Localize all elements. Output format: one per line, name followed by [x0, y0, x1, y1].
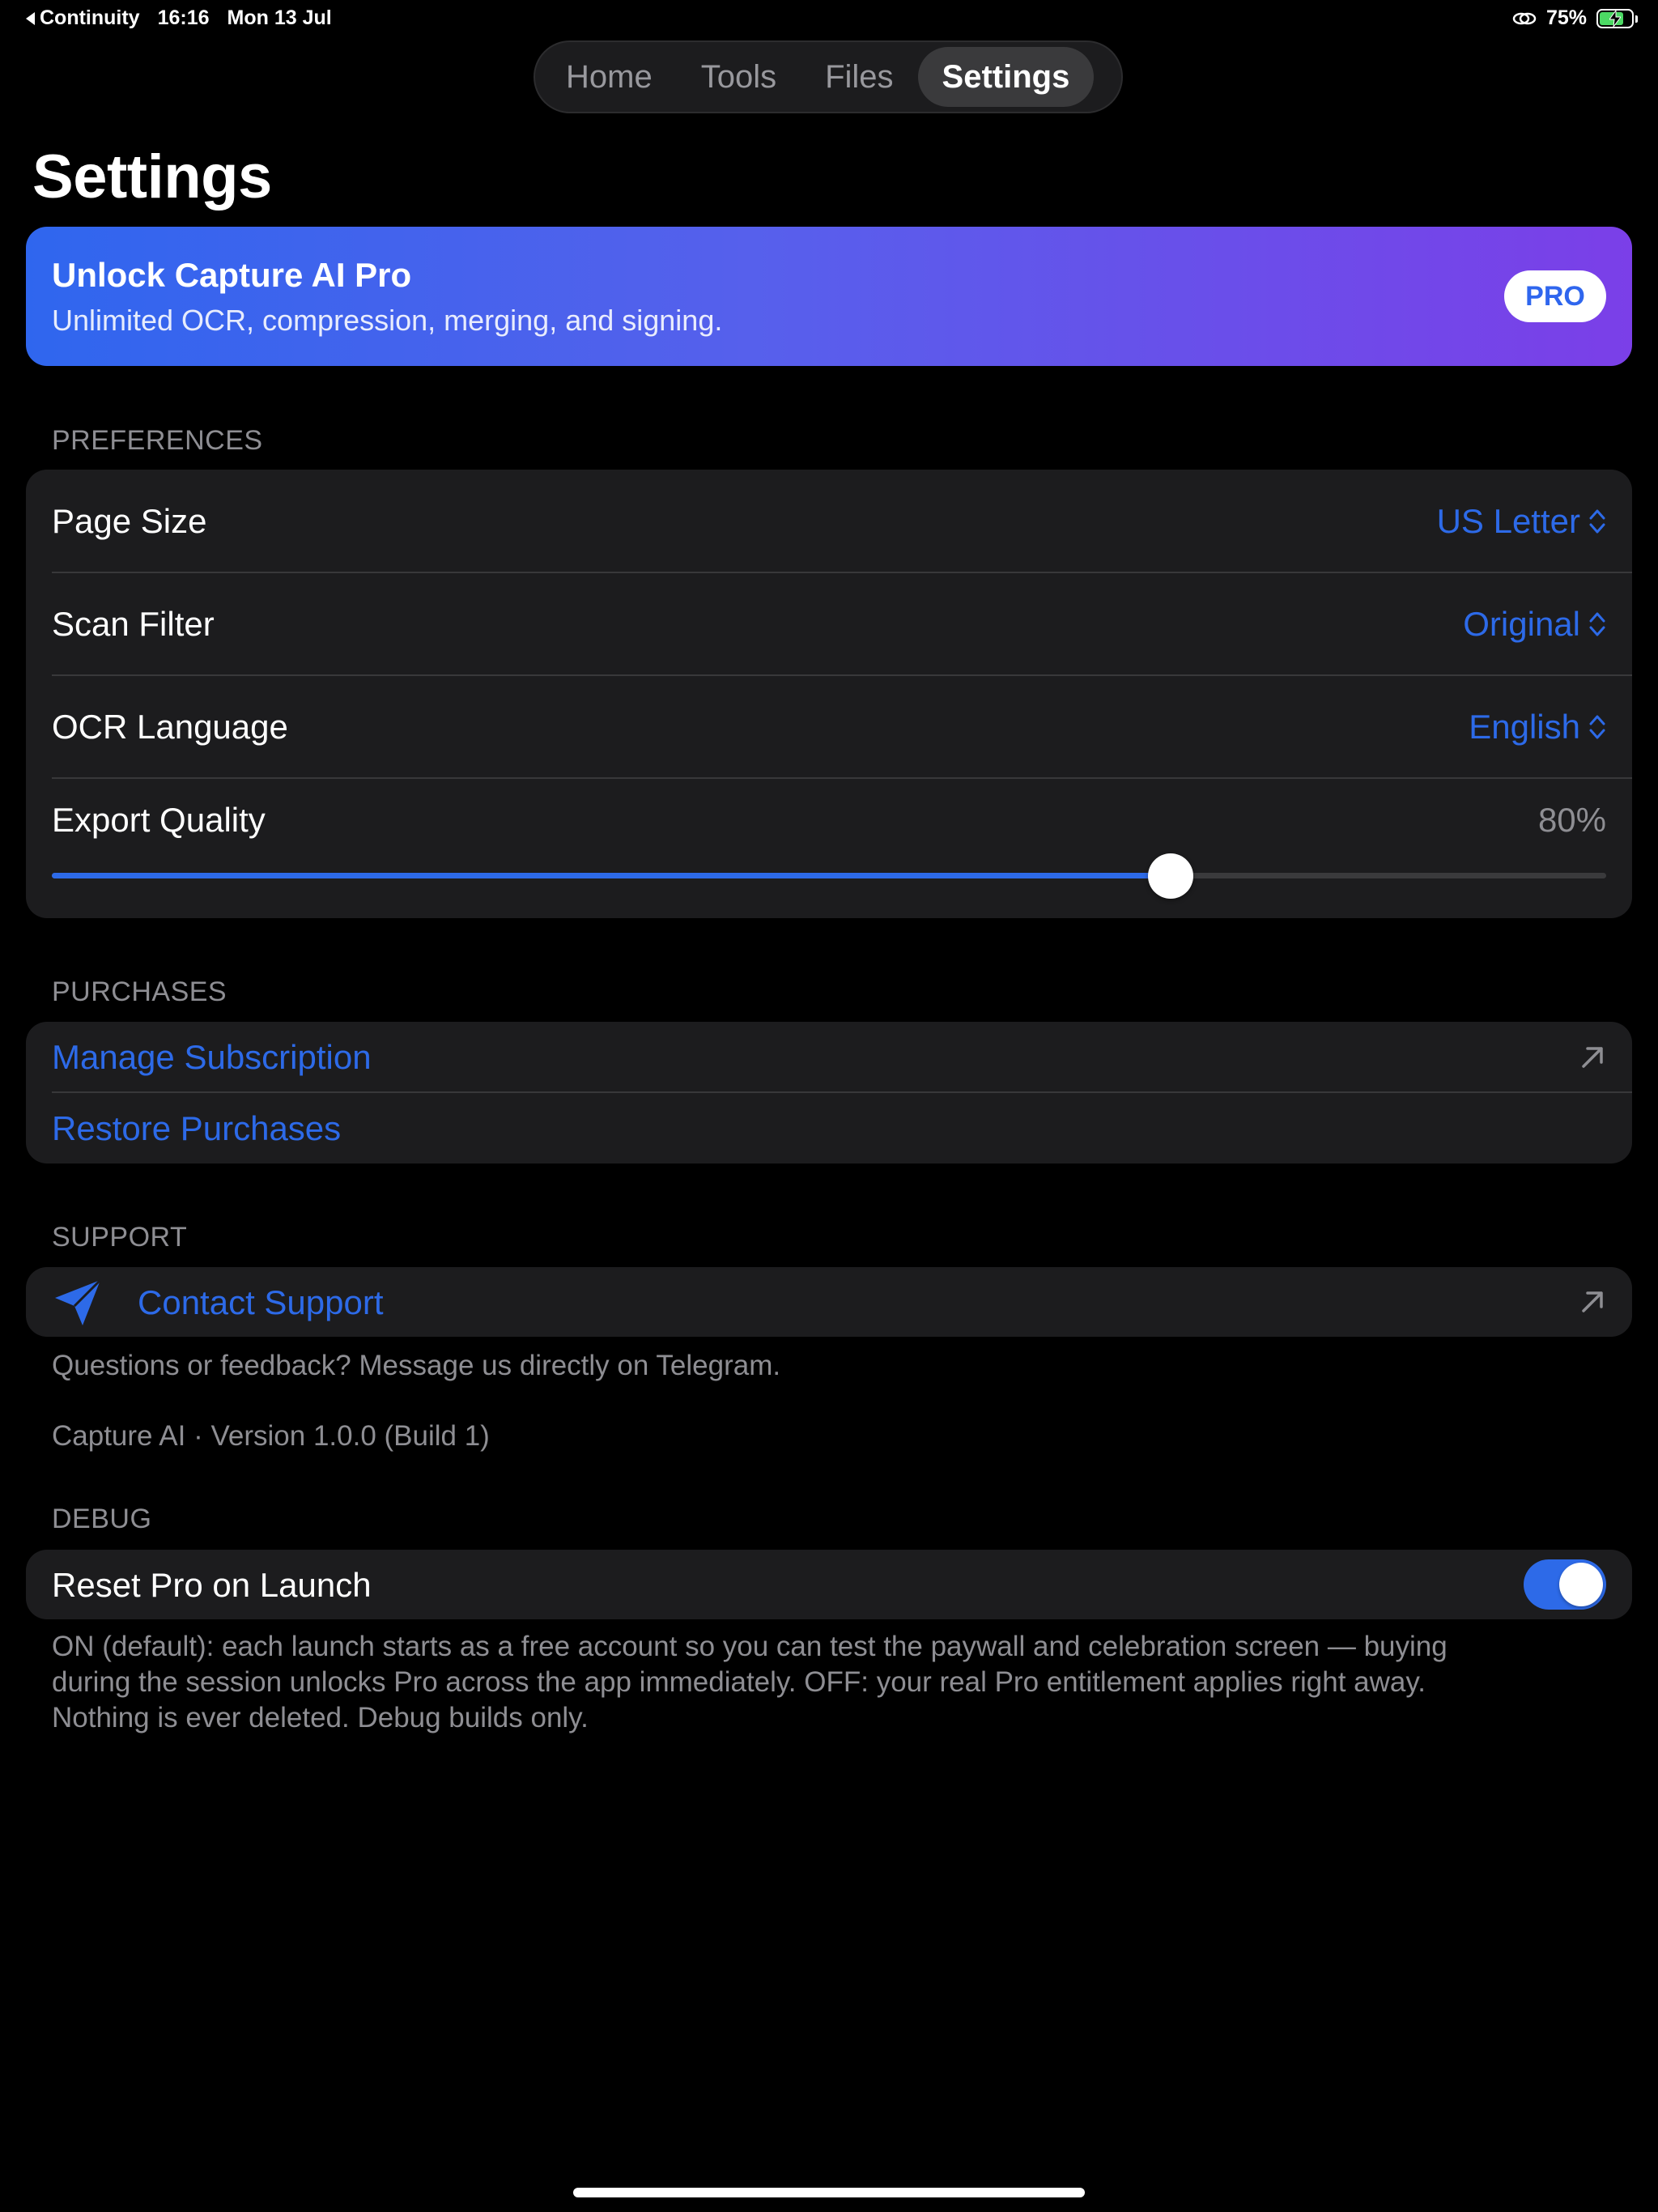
debug-footnote: ON (default): each launch starts as a fr…: [52, 1629, 1448, 1736]
contact-support-link[interactable]: Contact Support: [138, 1283, 384, 1322]
export-quality-row: Export Quality 80%: [26, 778, 1632, 918]
back-triangle-icon: [26, 11, 35, 25]
ocr-language-picker[interactable]: English: [1469, 708, 1606, 747]
reset-pro-row: Reset Pro on Launch: [26, 1550, 1632, 1619]
debug-group: Reset Pro on Launch: [26, 1550, 1632, 1619]
reset-pro-toggle[interactable]: [1524, 1559, 1606, 1610]
chevron-up-down-icon: [1589, 715, 1605, 739]
preferences-header: PREFERENCES: [52, 425, 263, 456]
scan-filter-label: Scan Filter: [52, 605, 215, 643]
top-tab-bar: Home Tools Files Settings: [534, 40, 1123, 113]
status-time: 16:16: [157, 6, 210, 29]
bolt-icon: [1609, 10, 1621, 27]
reset-pro-label: Reset Pro on Launch: [52, 1566, 372, 1604]
preferences-group: Page Size US Letter Scan Filter Original…: [26, 470, 1632, 918]
page-size-row[interactable]: Page Size US Letter: [26, 470, 1632, 573]
debug-footnote-line: during the session unlocks Pro across th…: [52, 1666, 1426, 1698]
home-indicator[interactable]: [573, 2188, 1085, 2197]
chevron-up-down-icon: [1589, 612, 1605, 636]
link-icon: [1512, 12, 1537, 24]
support-group: Contact Support: [26, 1267, 1632, 1337]
debug-header: DEBUG: [52, 1504, 152, 1534]
page-title: Settings: [32, 143, 272, 211]
scan-filter-picker[interactable]: Original: [1463, 605, 1606, 644]
scan-filter-value: Original: [1463, 605, 1580, 643]
manage-subscription-link[interactable]: Manage Subscription: [52, 1038, 372, 1077]
slider-fill: [52, 873, 1171, 878]
export-quality-value: 80%: [1537, 801, 1606, 839]
purchases-group: Manage Subscription Restore Purchases: [26, 1022, 1632, 1163]
restore-purchases-row[interactable]: Restore Purchases: [26, 1093, 1632, 1163]
tab-home[interactable]: Home: [542, 47, 677, 107]
back-to-app-button[interactable]: Continuity: [26, 6, 140, 30]
status-left: Continuity 16:16 Mon 13 Jul: [26, 6, 332, 30]
export-quality-label: Export Quality: [52, 801, 266, 839]
contact-support-row[interactable]: Contact Support: [26, 1267, 1632, 1337]
app-version: Capture AI · Version 1.0.0 (Build 1): [52, 1420, 490, 1452]
chevron-up-down-icon: [1589, 509, 1605, 534]
settings-screen: Continuity 16:16 Mon 13 Jul 75% Home Too…: [0, 0, 1658, 2212]
page-size-picker[interactable]: US Letter: [1437, 502, 1606, 541]
pro-banner-subtitle: Unlimited OCR, compression, merging, and…: [52, 304, 723, 337]
tab-files[interactable]: Files: [801, 47, 917, 107]
battery-charging-icon: [1596, 8, 1638, 28]
export-quality-slider[interactable]: [52, 853, 1606, 899]
back-app-label: Continuity: [40, 6, 140, 29]
unlock-pro-banner[interactable]: Unlock Capture AI Pro Unlimited OCR, com…: [26, 227, 1632, 366]
tab-settings[interactable]: Settings: [917, 47, 1095, 107]
tab-tools[interactable]: Tools: [677, 47, 801, 107]
slider-thumb[interactable]: [1148, 853, 1194, 899]
pro-badge: PRO: [1504, 270, 1606, 322]
manage-subscription-row[interactable]: Manage Subscription: [26, 1022, 1632, 1093]
support-footnote: Questions or feedback? Message us direct…: [52, 1350, 781, 1381]
arrow-up-right-icon: [1582, 1291, 1603, 1312]
arrow-up-right-icon: [1582, 1047, 1603, 1068]
scan-filter-row[interactable]: Scan Filter Original: [26, 572, 1632, 676]
support-header: SUPPORT: [52, 1222, 188, 1253]
debug-footnote-line: Nothing is ever deleted. Debug builds on…: [52, 1702, 589, 1733]
status-right: 75%: [1512, 6, 1638, 30]
battery-percent: 75%: [1545, 6, 1587, 29]
debug-footnote-line: ON (default): each launch starts as a fr…: [52, 1631, 1448, 1662]
ocr-language-label: OCR Language: [52, 708, 288, 746]
purchases-header: PURCHASES: [52, 976, 227, 1007]
restore-purchases-link[interactable]: Restore Purchases: [52, 1109, 341, 1148]
status-date: Mon 13 Jul: [227, 6, 332, 29]
page-size-value: US Letter: [1436, 502, 1580, 540]
ocr-language-row[interactable]: OCR Language English: [26, 675, 1632, 779]
status-bar: Continuity 16:16 Mon 13 Jul 75%: [0, 0, 1658, 39]
page-size-label: Page Size: [52, 502, 207, 540]
toggle-knob: [1559, 1563, 1603, 1606]
pro-banner-title: Unlock Capture AI Pro: [52, 256, 412, 294]
paper-plane-icon: [55, 1278, 102, 1325]
ocr-language-value: English: [1469, 708, 1580, 746]
